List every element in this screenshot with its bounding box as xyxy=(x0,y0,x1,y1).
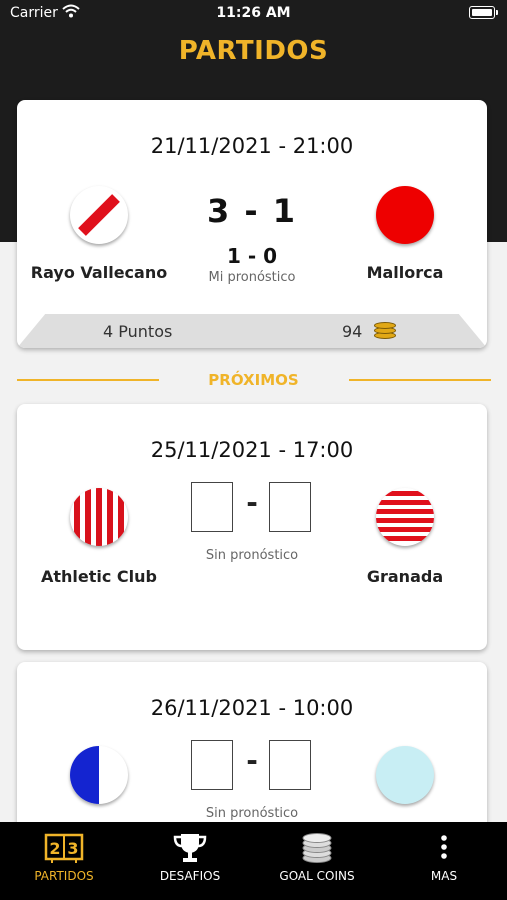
score-separator: - xyxy=(246,744,258,777)
svg-text:2: 2 xyxy=(49,839,60,858)
away-score-input[interactable] xyxy=(269,482,311,532)
athletic-club-crest-icon xyxy=(70,488,128,546)
granada-crest-icon xyxy=(376,488,434,546)
bottom-tab-bar: 2 3 PARTIDOS DESAFIOS GOAL COINS MAS xyxy=(0,822,507,900)
coins-earned: 94 xyxy=(342,322,363,341)
match-datetime: 25/11/2021 - 17:00 xyxy=(150,438,354,462)
home-team-name: Athletic Club xyxy=(40,567,157,586)
points-bar: 4 Puntos 94 xyxy=(17,314,487,348)
home-score-input[interactable] xyxy=(191,482,233,532)
blue-white-crest-icon xyxy=(70,746,128,804)
away-team-name: Mallorca xyxy=(366,263,444,282)
upcoming-section-header: PRÓXIMOS xyxy=(0,368,507,392)
match-datetime: 21/11/2021 - 21:00 xyxy=(150,134,354,158)
mallorca-crest-icon xyxy=(376,186,434,244)
more-vertical-icon xyxy=(424,832,464,864)
divider-right xyxy=(349,379,491,381)
tab-desafios[interactable]: DESAFIOS xyxy=(127,822,253,900)
no-prediction-caption: Sin pronóstico xyxy=(205,548,299,563)
match-datetime: 26/11/2021 - 10:00 xyxy=(150,696,354,720)
away-score-input[interactable] xyxy=(269,740,311,790)
battery-icon xyxy=(469,6,498,19)
no-prediction-caption: Sin pronóstico xyxy=(205,806,299,821)
home-score-input[interactable] xyxy=(191,740,233,790)
upcoming-match-card[interactable]: 25/11/2021 - 17:00 Athletic Club - Sin p… xyxy=(17,404,487,650)
page-title: PARTIDOS xyxy=(178,36,329,66)
tab-goal-coins[interactable]: GOAL COINS xyxy=(254,822,380,900)
light-blue-crest-icon xyxy=(376,746,434,804)
tab-label: DESAFIOS xyxy=(159,869,221,883)
status-bar: Carrier 11:26 AM xyxy=(0,0,507,28)
coin-stack-icon xyxy=(297,832,337,864)
tab-label: MAS xyxy=(430,869,458,883)
tab-label: GOAL COINS xyxy=(279,869,355,883)
goal-coin-icon xyxy=(374,320,396,340)
clock: 11:26 AM xyxy=(216,5,291,21)
tab-mas[interactable]: MAS xyxy=(381,822,507,900)
away-team-name: Granada xyxy=(366,567,444,586)
points-earned: 4 Puntos xyxy=(103,322,173,341)
score-separator: - xyxy=(246,486,258,519)
svg-text:3: 3 xyxy=(67,839,78,858)
played-match-card[interactable]: 21/11/2021 - 21:00 Rayo Vallecano 3 - 1 … xyxy=(17,100,487,348)
trophy-icon xyxy=(170,832,210,864)
scoreboard-icon: 2 3 xyxy=(44,832,84,864)
tab-label: PARTIDOS xyxy=(34,869,94,883)
tab-partidos[interactable]: 2 3 PARTIDOS xyxy=(1,822,127,900)
